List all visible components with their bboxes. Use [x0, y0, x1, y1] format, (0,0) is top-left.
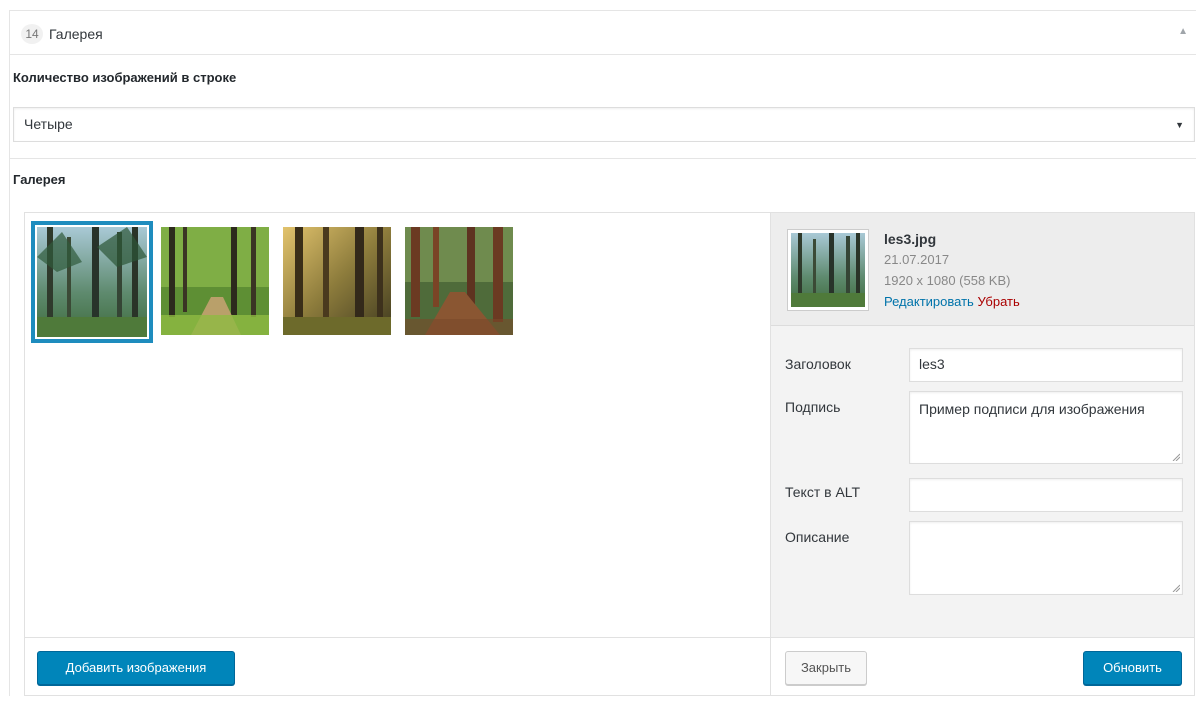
gallery-thumbnail[interactable]	[405, 227, 513, 335]
attachment-details-sidebar: les3.jpg 21.07.2017 1920 x 1080 (558 KB)…	[770, 213, 1194, 695]
images-per-row-label: Количество изображений в строке	[13, 70, 237, 85]
collapse-arrow-icon[interactable]: ▲	[1178, 27, 1188, 37]
gallery-label: Галерея	[13, 172, 66, 187]
selected-image-preview	[791, 233, 865, 307]
dropdown-arrow-icon: ▼	[1175, 120, 1184, 130]
panel-title: Галерея	[49, 26, 103, 42]
attachment-preview	[787, 229, 869, 311]
title-label: Заголовок	[785, 356, 851, 372]
attachment-info: les3.jpg 21.07.2017 1920 x 1080 (558 KB)…	[771, 213, 1194, 326]
alt-text-label: Текст в ALT	[785, 484, 861, 500]
caption-text: Пример подписи для изображения	[919, 401, 1145, 417]
attachment-date: 21.07.2017	[884, 252, 950, 267]
description-textarea[interactable]	[909, 521, 1183, 595]
select-value: Четыре	[24, 116, 73, 132]
gallery-thumbnail[interactable]	[161, 227, 269, 335]
gallery-container: Добавить изображения les3.jpg 21.07.2017…	[24, 212, 1195, 696]
gallery-thumbnail[interactable]	[31, 221, 153, 343]
forest-image-1	[37, 227, 147, 337]
caption-textarea[interactable]: Пример подписи для изображения	[909, 391, 1183, 464]
attachment-filename: les3.jpg	[884, 231, 937, 247]
forest-image-2	[161, 227, 269, 335]
add-images-button[interactable]: Добавить изображения	[37, 651, 235, 685]
resize-handle-icon[interactable]	[1172, 584, 1180, 592]
description-label: Описание	[785, 529, 850, 545]
close-button[interactable]: Закрыть	[785, 651, 867, 685]
forest-image-4	[405, 227, 513, 335]
update-button[interactable]: Обновить	[1083, 651, 1182, 685]
gallery-thumbnail[interactable]	[283, 227, 391, 335]
attachment-dimensions: 1920 x 1080 (558 KB)	[884, 273, 1011, 288]
edit-image-link[interactable]: Редактировать	[884, 294, 974, 309]
panel-header[interactable]: 14 Галерея ▲	[10, 11, 1196, 55]
section-divider	[9, 158, 1196, 159]
remove-image-link[interactable]: Убрать	[977, 294, 1019, 309]
panel-number-badge: 14	[21, 24, 43, 44]
caption-label: Подпись	[785, 399, 841, 415]
gallery-toolbar: Добавить изображения	[25, 637, 770, 695]
forest-image-3	[283, 227, 391, 335]
alt-text-input[interactable]	[909, 478, 1183, 512]
attachment-actions: Редактировать Убрать	[884, 294, 1020, 309]
resize-handle-icon[interactable]	[1172, 453, 1180, 461]
thumbnail-grid	[25, 213, 770, 637]
details-toolbar: Закрыть Обновить	[771, 637, 1194, 695]
title-input[interactable]: les3	[909, 348, 1183, 382]
images-per-row-select[interactable]: Четыре ▼	[13, 107, 1195, 142]
